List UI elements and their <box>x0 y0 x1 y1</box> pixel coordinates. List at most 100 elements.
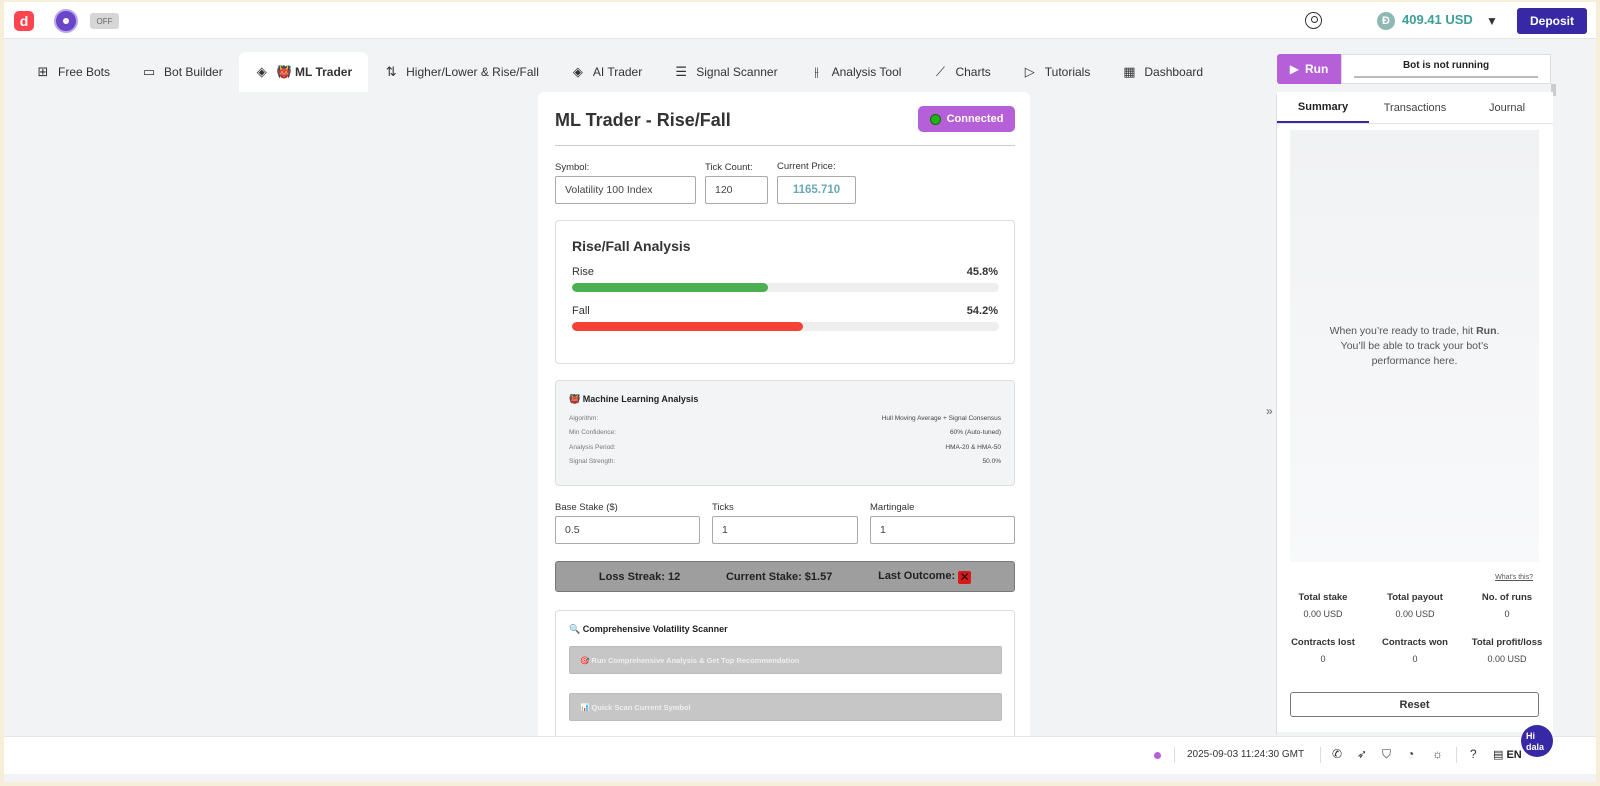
martingale-label: Martingale <box>870 502 915 513</box>
language-selector[interactable]: ▤ EN <box>1493 748 1522 761</box>
bot-status-label: Bot is not running <box>1402 60 1490 71</box>
tab-ai-trader[interactable]: ◈ AI Trader <box>555 52 658 92</box>
stat-contracts-lost: Contracts lost 0 <box>1277 637 1369 664</box>
run-panel-tabs: Summary Transactions Journal <box>1277 92 1553 124</box>
speedometer-icon[interactable]: ◔ <box>1407 747 1414 761</box>
tick-count-label: Tick Count: <box>705 162 753 173</box>
builder-icon: ▭ <box>142 64 156 79</box>
account-balance[interactable]: 409.41 USD <box>1402 12 1473 27</box>
tab-label: Bot Builder <box>164 65 223 79</box>
stat-label: Total profit/loss <box>1471 637 1543 648</box>
ml-row-signal-strength: Signal Strength: 50.0% <box>569 458 1001 465</box>
fall-label: Fall <box>572 305 590 317</box>
tab-label: Signal Scanner <box>696 65 778 79</box>
telegram-icon[interactable]: ➶ <box>1357 747 1367 761</box>
stat-value: 0 <box>1320 654 1326 664</box>
chat-widget-button[interactable]: Hi dala <box>1521 725 1553 757</box>
ml-row-value: Hull Moving Average + Signal Consensus <box>881 415 1001 422</box>
stat-total-profit-loss: Total profit/loss 0.00 USD <box>1461 637 1553 664</box>
layers-icon: ◈ <box>256 64 267 79</box>
tab-ml-trader[interactable]: ◈ 👹 ML Trader <box>238 52 369 92</box>
top-header: d OFF Đ 409.41 USD ▼ Deposit <box>4 2 1596 39</box>
tab-signal-scanner[interactable]: ☰ Signal Scanner <box>658 52 793 92</box>
empty-state-message: When you’re ready to trade, hit Run. You… <box>1320 324 1509 369</box>
bot-status-progress <box>1354 76 1538 78</box>
status-dot-icon <box>1154 752 1161 759</box>
stat-total-stake: Total stake 0.00 USD <box>1277 592 1369 619</box>
loss-x-icon: ✕ <box>958 569 972 584</box>
chevron-down-icon[interactable]: ▼ <box>1486 14 1498 28</box>
symbol-select[interactable]: Volatility 100 Index <box>555 176 696 204</box>
currency-icon: Đ <box>1377 12 1395 30</box>
tab-higher-lower[interactable]: ⇅ Higher/Lower & Rise/Fall <box>368 52 555 92</box>
quick-scan-button[interactable]: 📊 Quick Scan Current Symbol <box>569 693 1002 721</box>
empty-state-text: When you’re ready to trade, hit <box>1329 324 1477 337</box>
compass-icon[interactable] <box>54 9 78 33</box>
ticks-input[interactable]: 1 <box>712 516 858 544</box>
server-time: 2025-09-03 11:24:30 GMT <box>1187 749 1305 760</box>
play-icon: ▶ <box>1289 62 1299 76</box>
grid-plus-icon: ⊞ <box>37 64 49 79</box>
shield-icon[interactable]: ⛉ <box>1382 747 1391 762</box>
ml-row-label: Analysis Period: <box>569 444 616 451</box>
run-panel: Summary Transactions Journal When you’re… <box>1277 92 1553 732</box>
stat-label: No. of runs <box>1481 592 1533 603</box>
brightness-icon[interactable]: ☼ <box>1432 747 1443 761</box>
tab-analysis-tool[interactable]: ⫲ Analysis Tool <box>794 52 918 92</box>
whatsapp-icon[interactable]: ✆ <box>1332 747 1342 761</box>
stat-label: Contracts lost <box>1291 637 1355 648</box>
current-stake: Current Stake: $1.57 <box>725 570 833 583</box>
tab-transactions[interactable]: Transactions <box>1369 92 1461 123</box>
analysis-title: Rise/Fall Analysis <box>572 238 691 254</box>
help-icon[interactable]: ? <box>1470 747 1477 761</box>
stat-label: Total payout <box>1387 592 1443 603</box>
stat-label: Contracts won <box>1382 637 1448 648</box>
tab-dashboard[interactable]: ▦ Dashboard <box>1106 52 1219 92</box>
rise-value: 45.8% <box>966 266 998 278</box>
stat-value: 0 <box>1412 654 1418 664</box>
stat-value: 0.00 USD <box>1303 609 1343 619</box>
martingale-input[interactable]: 1 <box>870 516 1015 544</box>
base-stake-label: Base Stake ($) <box>555 502 618 513</box>
off-toggle[interactable]: OFF <box>90 13 119 29</box>
fall-value: 54.2% <box>966 305 998 317</box>
connection-status-badge: Connected <box>918 106 1015 132</box>
deriv-logo[interactable]: d <box>14 11 34 31</box>
tab-charts[interactable]: ⟋ Charts <box>917 52 1006 92</box>
dashboard-icon: ▦ <box>1123 64 1136 79</box>
tab-bot-builder[interactable]: ▭ Bot Builder <box>126 52 239 92</box>
divider <box>555 145 1015 146</box>
ml-trader-card: ML Trader - Rise/Fall Connected Symbol: … <box>538 92 1030 750</box>
base-stake-input[interactable]: 0.5 <box>555 516 700 544</box>
scanner-title: 🔍 Comprehensive Volatility Scanner <box>569 624 728 634</box>
connection-status-label: Connected <box>946 113 1004 125</box>
run-button[interactable]: ▶ Run <box>1277 54 1341 84</box>
tab-label: 👹 ML Trader <box>276 65 353 79</box>
empty-state-run: Run <box>1476 324 1497 337</box>
uk-flag-icon: ▤ <box>1493 749 1507 761</box>
deposit-button[interactable]: Deposit <box>1517 8 1587 34</box>
tick-count-input[interactable]: 120 <box>705 176 768 204</box>
tab-label: Free Bots <box>58 65 111 79</box>
main-tabs: ⊞ Free Bots ▭ Bot Builder ◈ 👹 ML Trader ⇅ Hi… <box>20 52 1219 92</box>
tab-tutorials[interactable]: ▷ Tutorials <box>1007 52 1107 92</box>
ml-analysis-title: 👹 Machine Learning Analysis <box>569 394 699 404</box>
collapse-panel-icon[interactable]: » <box>1266 404 1273 418</box>
tab-summary[interactable]: Summary <box>1277 92 1369 123</box>
tab-free-bots[interactable]: ⊞ Free Bots <box>20 52 126 92</box>
footer-divider <box>1320 747 1321 763</box>
whats-this-link[interactable]: What's this? <box>1495 574 1533 581</box>
ml-row-value: 60% (Auto-tuned) <box>950 429 1001 436</box>
run-comprehensive-analysis-button[interactable]: 🎯 Run Comprehensive Analysis & Get Top R… <box>569 646 1002 674</box>
rise-label: Rise <box>572 266 595 278</box>
tab-journal[interactable]: Journal <box>1461 92 1553 123</box>
ml-row-analysis-period: Analysis Period: HMA-20 & HMA-50 <box>569 444 1001 451</box>
reset-button[interactable]: Reset <box>1290 692 1539 717</box>
tab-label: Tutorials <box>1044 65 1091 79</box>
ml-row-min-confidence: Min Confidence: 60% (Auto-tuned) <box>569 429 1001 436</box>
tab-label: AI Trader <box>592 65 643 79</box>
tab-label: Dashboard <box>1144 65 1204 79</box>
stat-total-payout: Total payout 0.00 USD <box>1369 592 1461 619</box>
summary-empty-state: When you’re ready to trade, hit Run. You… <box>1290 130 1539 562</box>
account-icon[interactable] <box>1305 12 1322 29</box>
